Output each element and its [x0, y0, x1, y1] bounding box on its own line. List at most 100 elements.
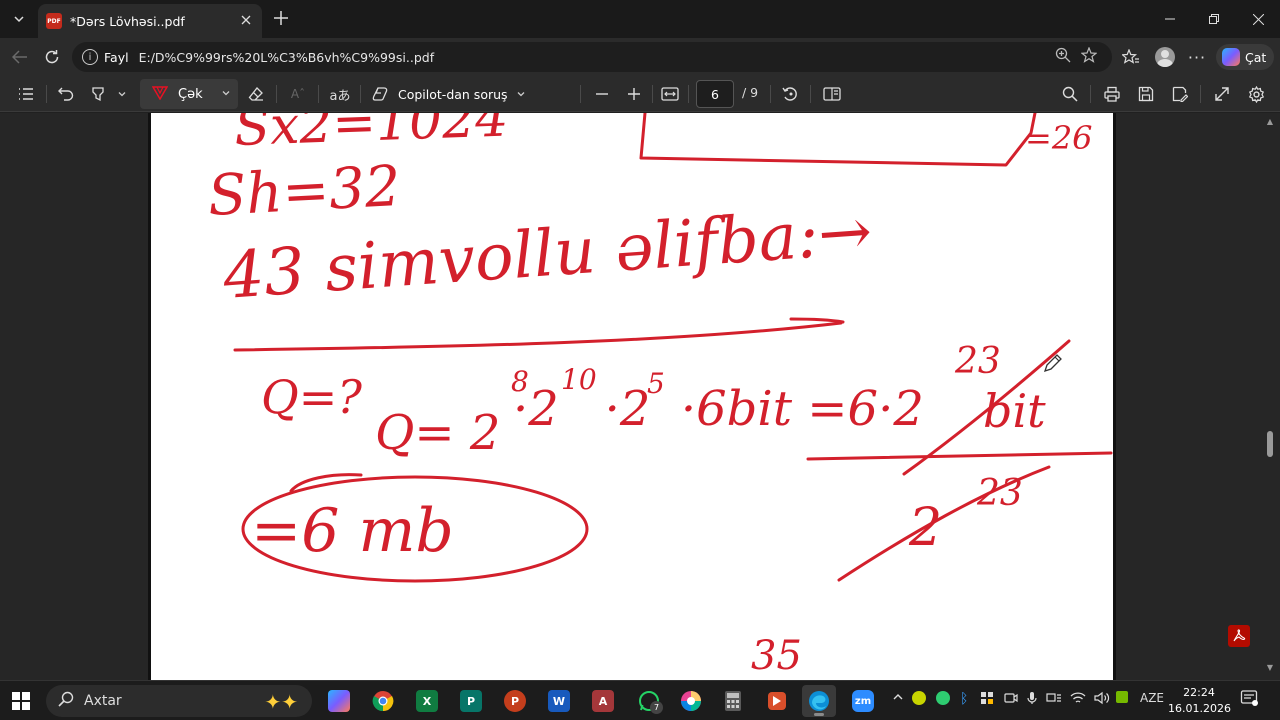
clock[interactable]: 22:24 16.01.2026	[1168, 685, 1231, 717]
pen-cursor-icon	[1043, 354, 1062, 373]
save-as-button[interactable]	[1166, 81, 1194, 107]
start-button[interactable]	[4, 685, 38, 717]
minimize-button[interactable]	[1148, 0, 1192, 38]
page-number-input[interactable]: 6	[696, 80, 734, 108]
rotate-icon	[782, 87, 797, 101]
address-url[interactable]: E:/D%C9%99rs%20L%C3%B6vh%C9%99si..pdf	[139, 50, 1050, 65]
tab-actions-menu-button[interactable]	[6, 7, 32, 31]
copilot-chat-button[interactable]: Çat	[1216, 44, 1274, 70]
save-button[interactable]	[1132, 81, 1160, 107]
bluetooth-icon[interactable]: ᛒ	[960, 691, 968, 707]
chevron-down-icon	[14, 16, 24, 23]
gear-icon	[1248, 85, 1264, 103]
back-button[interactable]	[6, 43, 34, 71]
security-icon[interactable]	[980, 691, 994, 709]
network-icon[interactable]	[1046, 691, 1062, 709]
zoom-icon[interactable]	[1050, 47, 1076, 67]
tab-close-button[interactable]	[238, 13, 254, 29]
browser-tab-active[interactable]: PDF *Dərs Lövhəsi..pdf	[38, 4, 262, 38]
show-hidden-icons-button[interactable]	[892, 691, 904, 707]
favorites-button[interactable]	[1116, 43, 1146, 71]
calculator-icon	[725, 691, 741, 711]
wifi-icon[interactable]	[1070, 691, 1086, 709]
taskbar-zoom[interactable]: zm	[846, 685, 880, 717]
full-screen-button[interactable]	[1208, 81, 1236, 107]
highlight-options-button[interactable]	[114, 81, 130, 107]
search-highlight-icon: ✦✦	[264, 690, 298, 714]
vertical-scrollbar[interactable]: ▲ ▼	[1263, 113, 1275, 680]
scrollbar-thumb[interactable]	[1267, 431, 1273, 457]
ask-copilot-button[interactable]: Copilot-dan soruş	[372, 81, 526, 107]
contents-button[interactable]	[12, 81, 40, 107]
taskbar: Axtar ✦✦ X P P W A 7 zm ᛒ AZE 22:24 16.0…	[0, 680, 1280, 720]
print-button[interactable]	[1098, 81, 1126, 107]
taskbar-chrome[interactable]	[366, 685, 400, 717]
restore-button[interactable]	[1192, 0, 1236, 38]
minus-icon	[596, 93, 608, 95]
refresh-button[interactable]	[38, 43, 66, 71]
hw-denominator-exp: 23	[976, 473, 1023, 514]
notification-center-button[interactable]	[1240, 689, 1258, 711]
draw-tool-button[interactable]: Çək	[140, 79, 238, 109]
fit-to-width-button[interactable]	[656, 81, 684, 107]
more-menu-button[interactable]: ···	[1182, 43, 1212, 71]
tray-green-icon[interactable]	[936, 691, 950, 705]
volume-icon[interactable]	[1094, 691, 1110, 709]
zoom-in-button[interactable]	[620, 81, 648, 107]
taskbar-color-app[interactable]	[674, 685, 708, 717]
erase-button[interactable]	[242, 81, 270, 107]
divider	[810, 85, 811, 103]
text-tool-button[interactable]: Aˆ	[284, 81, 312, 107]
close-window-button[interactable]	[1236, 0, 1280, 38]
taskbar-calculator[interactable]	[716, 685, 750, 717]
page-total: / 9	[742, 85, 759, 100]
favorite-star-icon[interactable]	[1076, 46, 1102, 67]
notification-badge: 7	[650, 701, 663, 714]
microphone-icon[interactable]	[1026, 691, 1038, 709]
pdf-viewport[interactable]: Sx2=1024 =26 Sh=32 43 simvollu əlifba:→ …	[0, 113, 1280, 680]
info-icon[interactable]: i	[82, 49, 98, 65]
find-button[interactable]	[1056, 81, 1084, 107]
language-indicator[interactable]: AZE	[1140, 691, 1164, 705]
acrobat-icon[interactable]	[1228, 625, 1250, 647]
settings-button[interactable]	[1242, 81, 1270, 107]
taskbar-search[interactable]: Axtar ✦✦	[46, 685, 312, 717]
battery-nvidia-icon[interactable]	[1116, 691, 1128, 703]
taskbar-whatsapp[interactable]: 7	[632, 685, 666, 717]
scroll-down-arrow-icon[interactable]: ▼	[1265, 663, 1275, 672]
printer-icon	[1104, 86, 1120, 102]
powerpoint-icon: P	[504, 690, 526, 712]
taskbar-powerpoint[interactable]: P	[498, 685, 532, 717]
tray-app-icon[interactable]	[912, 691, 926, 705]
read-aloud-button[interactable]: aあ	[326, 81, 354, 107]
address-bar[interactable]: i Fayl E:/D%C9%99rs%20L%C3%B6vh%C9%99si.…	[72, 42, 1112, 72]
zoom-out-button[interactable]	[588, 81, 616, 107]
pdf-page[interactable]: Sx2=1024 =26 Sh=32 43 simvollu əlifba:→ …	[148, 113, 1116, 680]
divider	[688, 85, 689, 103]
highlight-button[interactable]	[84, 81, 112, 107]
meet-now-icon[interactable]	[1004, 691, 1018, 709]
taskbar-search-placeholder: Axtar	[84, 693, 122, 709]
windows-logo-icon	[12, 692, 30, 710]
undo-button[interactable]	[52, 81, 80, 107]
rotate-button[interactable]	[776, 81, 804, 107]
page-view-button[interactable]	[818, 81, 846, 107]
chevron-down-icon	[221, 88, 231, 101]
taskbar-access[interactable]: A	[586, 685, 620, 717]
hw-answer: =6 mb	[251, 496, 454, 566]
taskbar-excel[interactable]: X	[410, 685, 444, 717]
taskbar-publisher[interactable]: P	[454, 685, 488, 717]
profile-button[interactable]	[1150, 43, 1180, 71]
taskbar-app[interactable]	[760, 685, 794, 717]
taskbar-edge-active[interactable]	[802, 685, 836, 717]
scroll-up-arrow-icon[interactable]: ▲	[1265, 117, 1275, 126]
edge-icon	[809, 691, 829, 711]
taskbar-word[interactable]: W	[542, 685, 576, 717]
divider	[580, 85, 581, 103]
app-icon	[768, 692, 786, 710]
hw-q-formula-mid: ·2 ·2 ·6bit =6·2	[513, 381, 924, 437]
copilot-outline-icon	[372, 87, 388, 101]
taskbar-copilot[interactable]	[322, 685, 356, 717]
chevron-up-icon	[893, 694, 903, 700]
new-tab-button[interactable]	[270, 8, 292, 30]
